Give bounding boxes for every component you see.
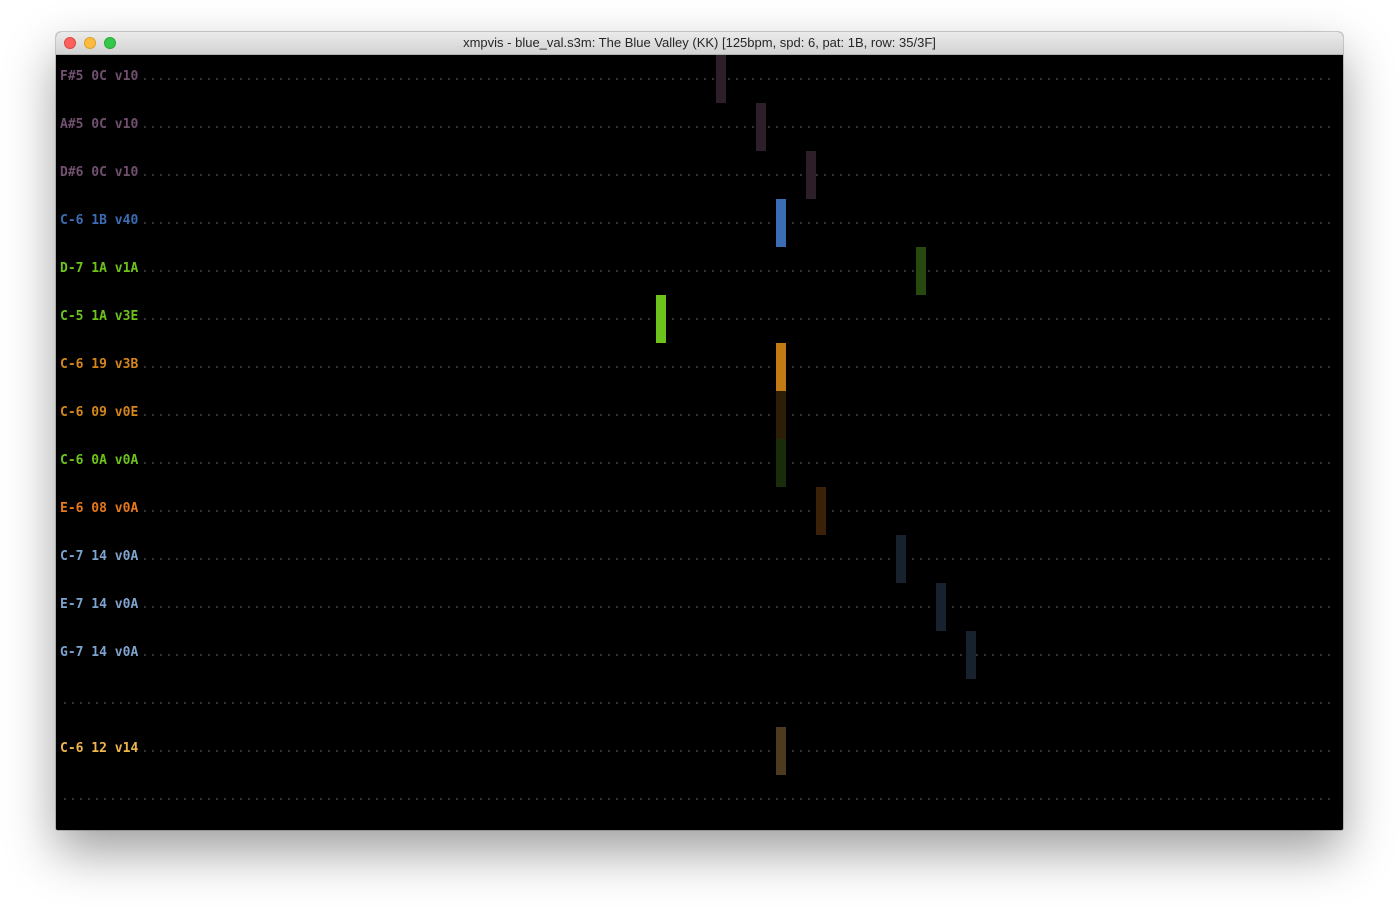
note-bar: [776, 391, 786, 439]
note-bar: [816, 487, 826, 535]
channel-row: A#5 0C v10: [56, 103, 1343, 151]
channel-note-label: C-6 12 v14: [56, 741, 142, 757]
window-title: xmpvis - blue_val.s3m: The Blue Valley (…: [463, 35, 936, 50]
channel-note-label: C-7 14 v0A: [56, 549, 142, 565]
note-bar: [776, 727, 786, 775]
channel-row: D-7 1A v1A: [56, 247, 1343, 295]
channel-dotted-line: [61, 750, 1335, 752]
note-bar: [656, 295, 666, 343]
note-bar: [916, 247, 926, 295]
channel-row: C-6 19 v3B: [56, 343, 1343, 391]
note-bar: [806, 151, 816, 199]
channel-row: [56, 679, 1343, 727]
channel-dotted-line: [61, 462, 1335, 464]
channel-dotted-line: [61, 702, 1335, 704]
note-bar: [776, 343, 786, 391]
channel-dotted-line: [61, 510, 1335, 512]
channel-row: C-6 12 v14: [56, 727, 1343, 775]
channel-dotted-line: [61, 798, 1335, 800]
channel-note-label: C-6 1B v40: [56, 213, 142, 229]
channel-note-label: C-6 19 v3B: [56, 357, 142, 373]
channel-note-label: D#6 0C v10: [56, 165, 142, 181]
note-bar: [936, 583, 946, 631]
channel-note-label: G-7 14 v0A: [56, 645, 142, 661]
channel-dotted-line: [61, 606, 1335, 608]
channel-dotted-line: [61, 366, 1335, 368]
channel-dotted-line: [61, 174, 1335, 176]
channel-dotted-line: [61, 414, 1335, 416]
channel-note-label: F#5 0C v10: [56, 69, 142, 85]
channel-note-label: C-6 0A v0A: [56, 453, 142, 469]
note-bar: [966, 631, 976, 679]
channel-dotted-line: [61, 318, 1335, 320]
channel-visualizer: F#5 0C v10 A#5 0C v10 D#6 0C v10 C-6 1B v40…: [56, 55, 1343, 830]
note-bar: [776, 439, 786, 487]
channel-dotted-line: [61, 78, 1335, 80]
channel-dotted-line: [61, 558, 1335, 560]
title-bar[interactable]: xmpvis - blue_val.s3m: The Blue Valley (…: [56, 32, 1343, 55]
channel-note-label: E-7 14 v0A: [56, 597, 142, 613]
channel-note-label: D-7 1A v1A: [56, 261, 142, 277]
channel-row: C-7 14 v0A: [56, 535, 1343, 583]
channel-note-label: E-6 08 v0A: [56, 501, 142, 517]
channel-row: E-7 14 v0A: [56, 583, 1343, 631]
channel-row: C-6 09 v0E: [56, 391, 1343, 439]
note-bar: [776, 199, 786, 247]
channel-row: G-7 14 v0A: [56, 631, 1343, 679]
note-bar: [716, 55, 726, 103]
channel-row: F#5 0C v10: [56, 55, 1343, 103]
channel-dotted-line: [61, 222, 1335, 224]
note-bar: [756, 103, 766, 151]
channel-dotted-line: [61, 126, 1335, 128]
channel-note-label: A#5 0C v10: [56, 117, 142, 133]
channel-row: C-6 1B v40: [56, 199, 1343, 247]
xmpvis-window: xmpvis - blue_val.s3m: The Blue Valley (…: [56, 32, 1343, 830]
channel-row: [56, 775, 1343, 823]
channel-dotted-line: [61, 270, 1335, 272]
channel-row: C-5 1A v3E: [56, 295, 1343, 343]
channel-row: D#6 0C v10: [56, 151, 1343, 199]
channel-note-label: C-6 09 v0E: [56, 405, 142, 421]
channel-row: E-6 08 v0A: [56, 487, 1343, 535]
channel-row: C-6 0A v0A: [56, 439, 1343, 487]
channel-dotted-line: [61, 654, 1335, 656]
channel-note-label: C-5 1A v3E: [56, 309, 142, 325]
note-bar: [896, 535, 906, 583]
